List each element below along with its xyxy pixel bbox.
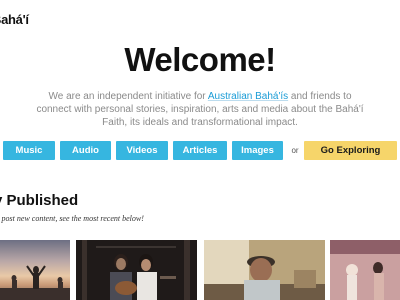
videos-button[interactable]: Videos <box>116 141 168 160</box>
australian-bahais-link[interactable]: Australian Bahá'ís <box>208 91 288 102</box>
audio-button[interactable]: Audio <box>60 141 111 160</box>
page: Bahá'í g Welcome! We are an independent … <box>0 0 400 300</box>
intro-text: We are an independent initiative for Aus… <box>30 90 370 129</box>
images-button[interactable]: Images <box>232 141 283 160</box>
articles-button[interactable]: Articles <box>173 141 227 160</box>
logo-line-1: Bahá'í <box>0 12 29 27</box>
logo-line-2: g <box>0 27 29 41</box>
musicians-image <box>76 240 197 300</box>
pink-performance-image <box>330 240 400 300</box>
or-label: or <box>291 146 299 155</box>
intro-text-before: We are an independent initiative for <box>48 91 208 102</box>
thumbnail-sunset-figures[interactable] <box>0 240 70 300</box>
go-exploring-button[interactable]: Go Exploring <box>304 141 397 160</box>
recently-published-heading: y Published <box>0 192 79 209</box>
page-title: Welcome! <box>124 41 276 78</box>
thumbnail-man-in-cap[interactable] <box>204 240 325 300</box>
thumbnail-pink-performance[interactable] <box>330 240 400 300</box>
recently-published-subtitle: e post new content, see the most recent … <box>0 214 144 223</box>
site-logo[interactable]: Bahá'í g <box>0 13 29 41</box>
category-buttons: Music Audio Videos Articles Images or Go… <box>0 141 400 160</box>
music-button[interactable]: Music <box>3 141 55 160</box>
thumbnail-musicians[interactable] <box>76 240 197 300</box>
man-in-cap-image <box>204 240 325 300</box>
sunset-figures-image <box>0 265 70 300</box>
